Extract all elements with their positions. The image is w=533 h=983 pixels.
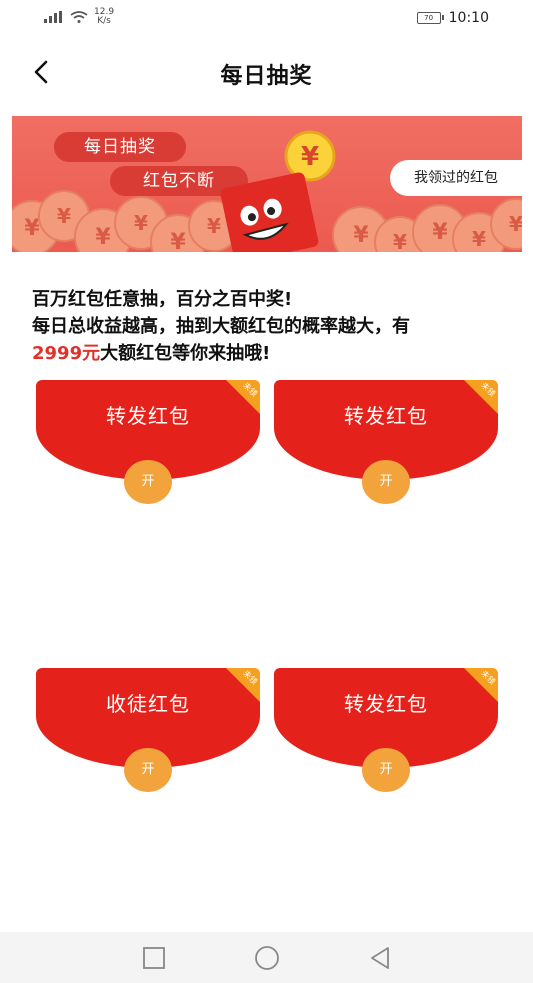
net-speed: 12.9 K/s (94, 7, 115, 26)
red-packet-card-apprentice[interactable]: 未领 收徒红包 开 (36, 668, 260, 792)
status-time: 10:10 (448, 10, 489, 26)
square-icon (143, 947, 165, 969)
back-nav-button[interactable] (366, 944, 394, 972)
red-packet-label: 收徒红包 (106, 692, 190, 716)
triangle-back-icon (371, 947, 389, 969)
system-nav-bar (0, 932, 533, 983)
status-right: 70 10:10 (416, 10, 489, 26)
red-packet-card-forward-3[interactable]: 未领 转发红包 开 (274, 668, 498, 792)
red-packet-label: 转发红包 (106, 404, 190, 428)
open-button[interactable]: 开 (124, 748, 172, 792)
red-packet-card-forward-1[interactable]: 未领 转发红包 开 (36, 380, 260, 504)
red-packet-card-forward-2[interactable]: 未领 转发红包 开 (274, 380, 498, 504)
recent-apps-button[interactable] (140, 944, 168, 972)
promo-amount: 2999元 (32, 343, 101, 364)
open-button[interactable]: 开 (362, 460, 410, 504)
red-packet-mascot-icon: ¥ (220, 130, 336, 252)
banner: ¥ ¥ ¥ ¥ ¥ ¥ ¥ ¥ ¥ ¥ ¥ 每日抽奖 红包不断 ¥ 我领过的红包 (12, 116, 522, 252)
svg-text:¥: ¥ (301, 142, 319, 172)
open-button[interactable]: 开 (362, 748, 410, 792)
my-received-packets-button[interactable]: 我领过的红包 (390, 160, 522, 196)
promo-text: 百万红包任意抽，百分之百中奖! 每日总收益越高，抽到大额红包的概率越大，有 29… (32, 286, 512, 367)
promo-line-1: 百万红包任意抽，百分之百中奖! (32, 289, 293, 310)
banner-pill-daily: 每日抽奖 (54, 132, 186, 162)
wifi-icon (70, 11, 88, 23)
signal-icon (44, 11, 62, 23)
circle-icon (255, 946, 279, 970)
promo-line-2: 每日总收益越高，抽到大额红包的概率越大，有 (32, 316, 410, 337)
promo-line-3-rest: 大额红包等你来抽哦! (100, 343, 271, 364)
page-title: 每日抽奖 (220, 64, 313, 89)
red-packet-label: 转发红包 (344, 692, 428, 716)
open-button[interactable]: 开 (124, 460, 172, 504)
status-left: 12.9 K/s (44, 8, 114, 26)
battery-icon: 70 (416, 12, 444, 24)
status-bar: 12.9 K/s 70 10:10 (0, 0, 533, 36)
red-packet-label: 转发红包 (344, 404, 428, 428)
promo-line-3: 2999元大额红包等你来抽哦! (32, 340, 512, 367)
header: 每日抽奖 (0, 44, 533, 100)
home-button[interactable] (253, 944, 281, 972)
